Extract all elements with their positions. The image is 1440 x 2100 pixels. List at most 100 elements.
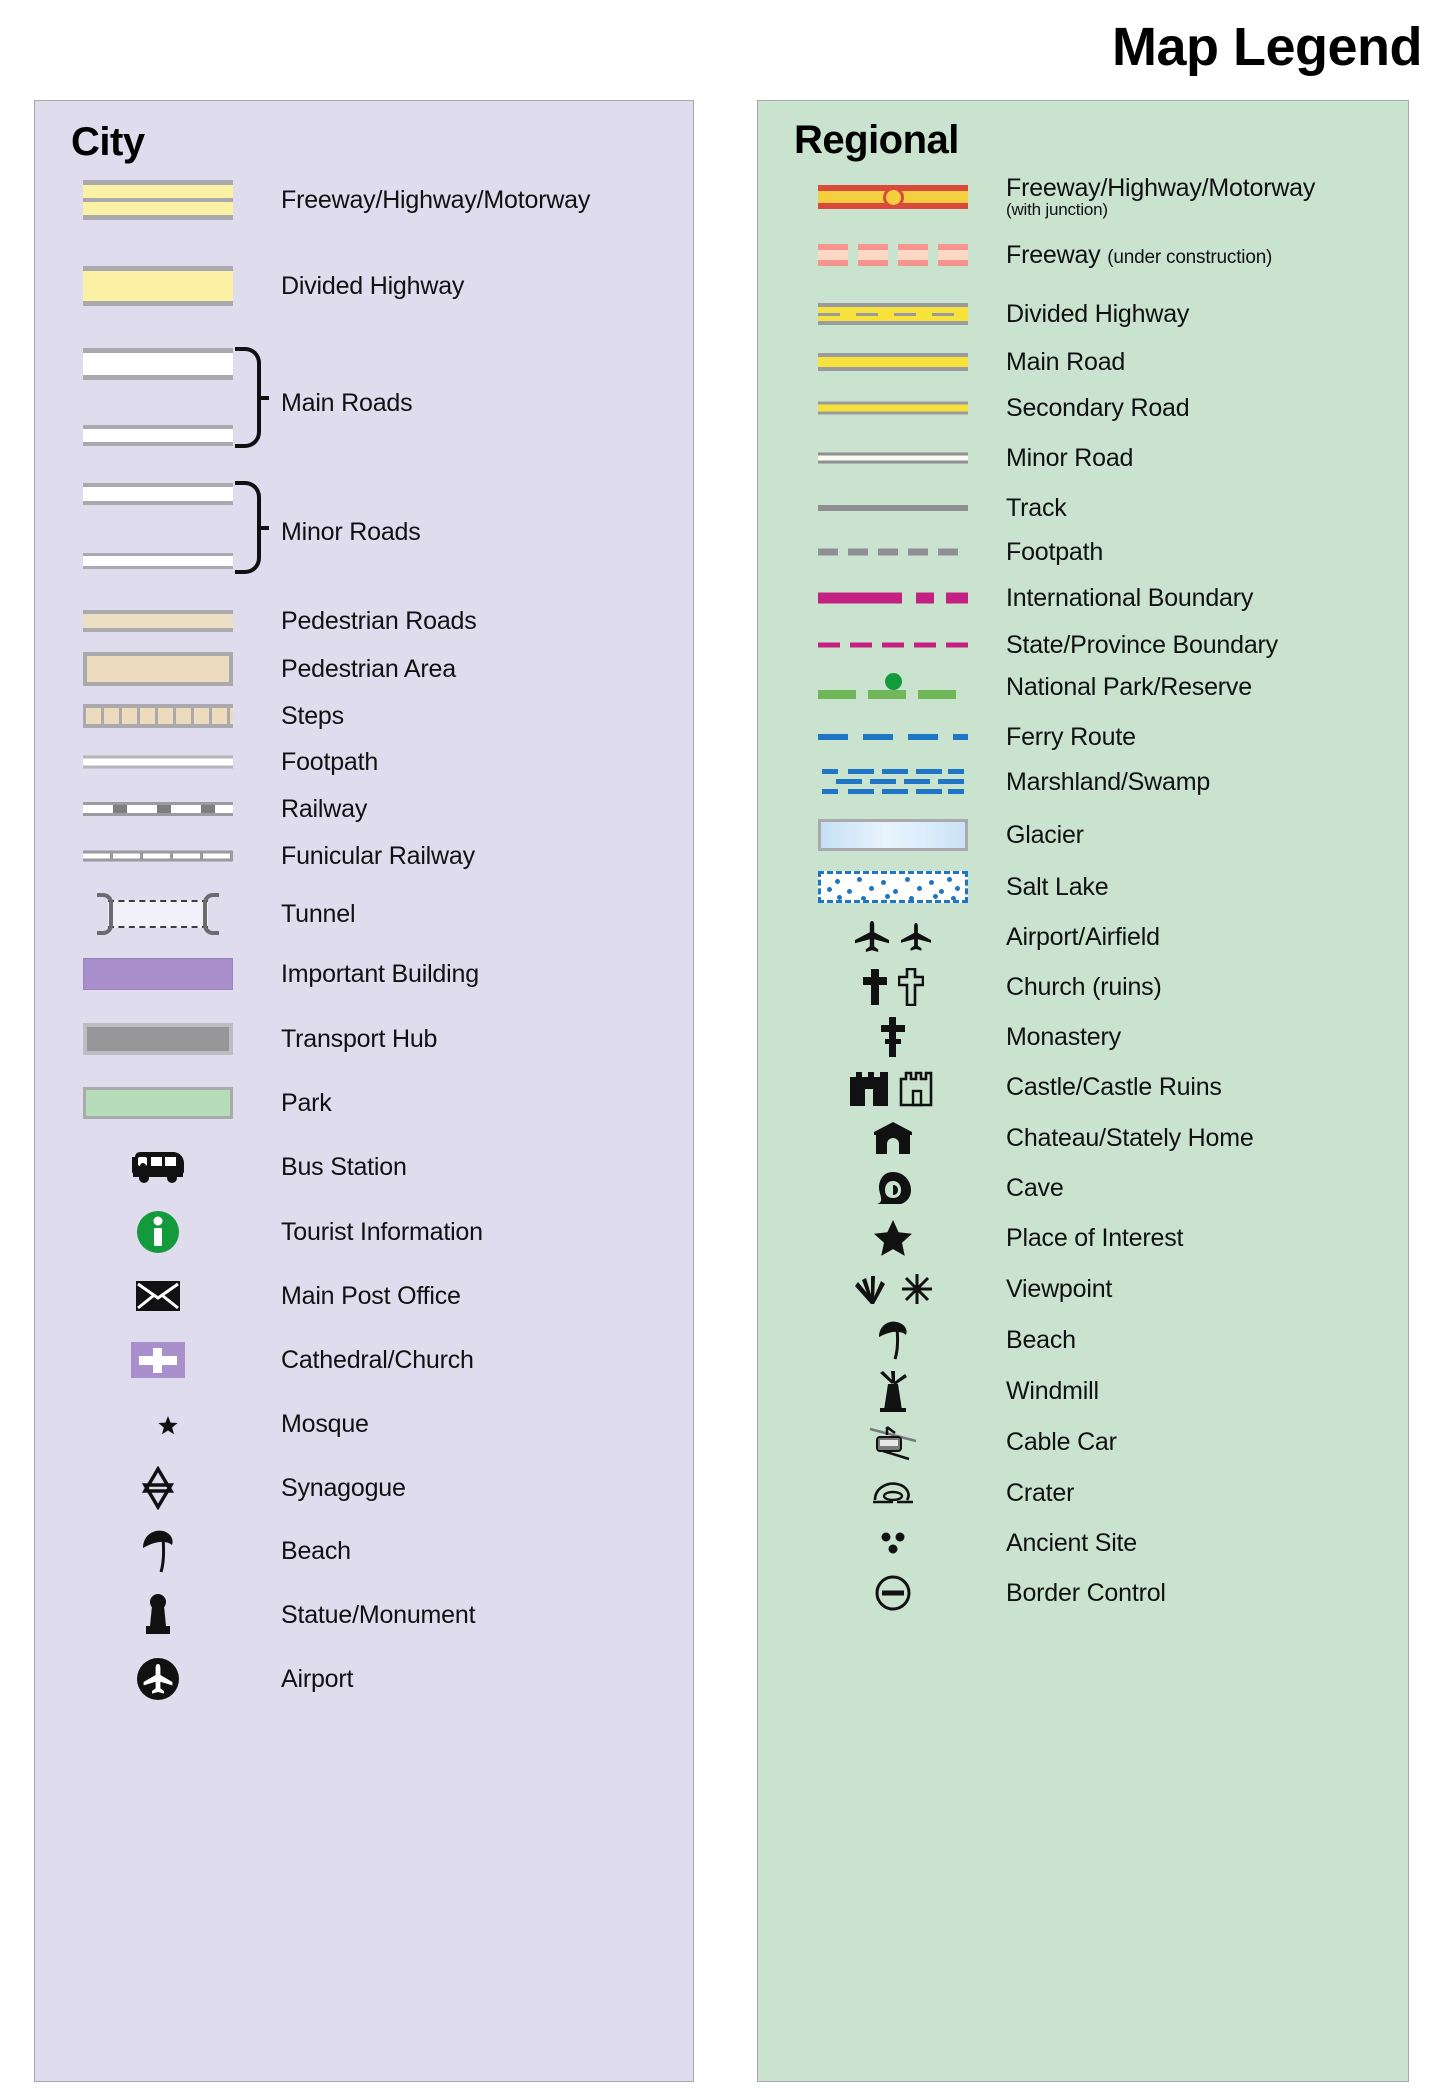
regional-salt-lake-symbol bbox=[818, 863, 968, 911]
legend-label: Cave bbox=[1006, 1173, 1064, 1202]
legend-row-city-tunnel: Tunnel bbox=[83, 886, 356, 942]
viewpoint-star-icon bbox=[902, 1274, 932, 1304]
legend-label: Footpath bbox=[1006, 537, 1104, 566]
legend-row-city-divided-highway: Divided Highway bbox=[83, 263, 464, 309]
regional-glacier-symbol bbox=[818, 811, 968, 859]
airplane-icons bbox=[818, 914, 968, 960]
legend-label: Park bbox=[281, 1088, 332, 1117]
legend-row-regional-church-ruins: Church (ruins) bbox=[818, 964, 1162, 1010]
map-legend-page: Map Legend City Freeway/Highway/Motorway… bbox=[0, 0, 1440, 2100]
legend-label: National Park/Reserve bbox=[1006, 672, 1252, 701]
legend-row-regional-footpath: Footpath bbox=[818, 529, 1103, 575]
legend-row-city-main-roads: Main Roads bbox=[83, 338, 413, 468]
legend-label: Statue/Monument bbox=[281, 1600, 476, 1629]
minor-roads-brace bbox=[235, 481, 261, 574]
legend-label: Main Road bbox=[1006, 347, 1126, 376]
border-control-icon bbox=[818, 1570, 968, 1616]
legend-row-regional-monastery: Monastery bbox=[818, 1014, 1121, 1060]
legend-row-city-statue-monument: Statue/Monument bbox=[83, 1592, 476, 1638]
viewpoint-icons bbox=[818, 1266, 968, 1312]
legend-label: Main Roads bbox=[281, 388, 413, 417]
legend-row-regional-border-control: Border Control bbox=[818, 1570, 1166, 1616]
church-cross-icon bbox=[83, 1337, 233, 1383]
legend-label: Railway bbox=[281, 794, 368, 823]
legend-row-regional-castle: Castle/Castle Ruins bbox=[818, 1064, 1222, 1110]
legend-label: Divided Highway bbox=[281, 271, 465, 300]
regional-heading: Regional bbox=[794, 118, 959, 162]
legend-row-city-minor-roads: Minor Roads bbox=[83, 471, 421, 593]
regional-ferry-route-symbol bbox=[818, 714, 968, 760]
legend-label-text: Freeway bbox=[1006, 240, 1101, 269]
city-freeway-symbol bbox=[83, 177, 233, 223]
legend-row-regional-airport-airfield: Airport/Airfield bbox=[818, 914, 1160, 960]
legend-row-regional-main-road: Main Road bbox=[818, 339, 1125, 385]
regional-freeway-junction-symbol bbox=[818, 174, 968, 220]
legend-row-city-park: Park bbox=[83, 1080, 332, 1126]
legend-label: Beach bbox=[1006, 1325, 1076, 1354]
windmill-icon bbox=[818, 1368, 968, 1414]
legend-row-city-pedestrian-roads: Pedestrian Roads bbox=[83, 598, 477, 644]
city-minor-roads-symbol bbox=[83, 471, 261, 593]
regional-legend-panel: Regional Freeway/Highway/Motorway (with … bbox=[757, 100, 1409, 2082]
legend-row-city-important-building: Important Building bbox=[83, 951, 479, 997]
bus-icon bbox=[83, 1144, 233, 1190]
page-title: Map Legend bbox=[1111, 17, 1423, 77]
cable-car-icon bbox=[818, 1419, 968, 1465]
star-icon bbox=[818, 1215, 968, 1261]
legend-row-city-bus-station: Bus Station bbox=[83, 1144, 407, 1190]
castle-solid-icon bbox=[850, 1072, 888, 1106]
legend-row-city-railway: Railway bbox=[83, 786, 367, 832]
legend-row-regional-ferry-route: Ferry Route bbox=[818, 714, 1136, 760]
legend-row-regional-chateau: Chateau/Stately Home bbox=[818, 1115, 1254, 1161]
legend-label: Ancient Site bbox=[1006, 1528, 1138, 1557]
legend-label: Monastery bbox=[1006, 1022, 1121, 1051]
legend-label: Freeway/Highway/Motorway bbox=[281, 185, 591, 214]
legend-label: Pedestrian Area bbox=[281, 654, 456, 683]
legend-row-regional-minor-road: Minor Road bbox=[818, 435, 1133, 481]
legend-label-sub: (with junction) bbox=[1006, 199, 1108, 219]
airplane-small-icon bbox=[901, 923, 931, 951]
legend-row-city-steps: Steps bbox=[83, 693, 344, 739]
legend-label: Track bbox=[1006, 493, 1067, 522]
chateau-icon bbox=[818, 1115, 968, 1161]
legend-label: Castle/Castle Ruins bbox=[1006, 1072, 1222, 1101]
legend-label: Transport Hub bbox=[281, 1024, 438, 1053]
star-of-david-icon bbox=[83, 1465, 233, 1511]
legend-row-city-cathedral-church: Cathedral/Church bbox=[83, 1337, 474, 1383]
legend-label: Salt Lake bbox=[1006, 872, 1109, 901]
legend-row-regional-national-park: National Park/Reserve bbox=[818, 661, 1252, 713]
regional-marshland-symbol bbox=[818, 758, 968, 806]
legend-label: Freeway (under construction) bbox=[1006, 242, 1272, 268]
regional-footpath-symbol bbox=[818, 529, 968, 575]
city-legend-panel: City Freeway/Highway/Motorway Divided Hi… bbox=[34, 100, 694, 2082]
legend-row-city-transport-hub: Transport Hub bbox=[83, 1016, 437, 1062]
legend-label: Steps bbox=[281, 701, 344, 730]
legend-label: Marshland/Swamp bbox=[1006, 767, 1211, 796]
legend-row-regional-crater: Crater bbox=[818, 1470, 1074, 1516]
legend-label: Windmill bbox=[1006, 1376, 1099, 1405]
legend-label: Border Control bbox=[1006, 1578, 1166, 1607]
legend-label: Church (ruins) bbox=[1006, 972, 1162, 1001]
legend-row-regional-beach: Beach bbox=[818, 1317, 1076, 1363]
legend-row-city-freeway: Freeway/Highway/Motorway bbox=[83, 177, 590, 223]
legend-row-regional-viewpoint: Viewpoint bbox=[818, 1266, 1112, 1312]
legend-label: Minor Road bbox=[1006, 443, 1134, 472]
viewpoint-fan-icon bbox=[855, 1276, 885, 1304]
legend-row-regional-secondary-road: Secondary Road bbox=[818, 385, 1190, 431]
legend-label: Beach bbox=[281, 1536, 351, 1565]
legend-label: Cable Car bbox=[1006, 1427, 1117, 1456]
crescent-star-icon bbox=[83, 1401, 233, 1447]
legend-row-city-pedestrian-area: Pedestrian Area bbox=[83, 646, 456, 692]
legend-label-inline-sub: (under construction) bbox=[1107, 246, 1273, 268]
legend-row-regional-international-boundary: International Boundary bbox=[818, 575, 1253, 621]
legend-label: Bus Station bbox=[281, 1152, 407, 1181]
main-roads-brace bbox=[235, 347, 261, 448]
regional-main-road-symbol bbox=[818, 339, 968, 385]
city-railway-symbol bbox=[83, 786, 233, 832]
legend-label: Important Building bbox=[281, 959, 479, 988]
city-footpath-symbol bbox=[83, 739, 233, 785]
legend-label: Pedestrian Roads bbox=[281, 606, 477, 635]
legend-label: Main Post Office bbox=[281, 1281, 461, 1310]
city-steps-symbol bbox=[83, 693, 233, 739]
legend-row-regional-cave: Cave bbox=[818, 1165, 1064, 1211]
